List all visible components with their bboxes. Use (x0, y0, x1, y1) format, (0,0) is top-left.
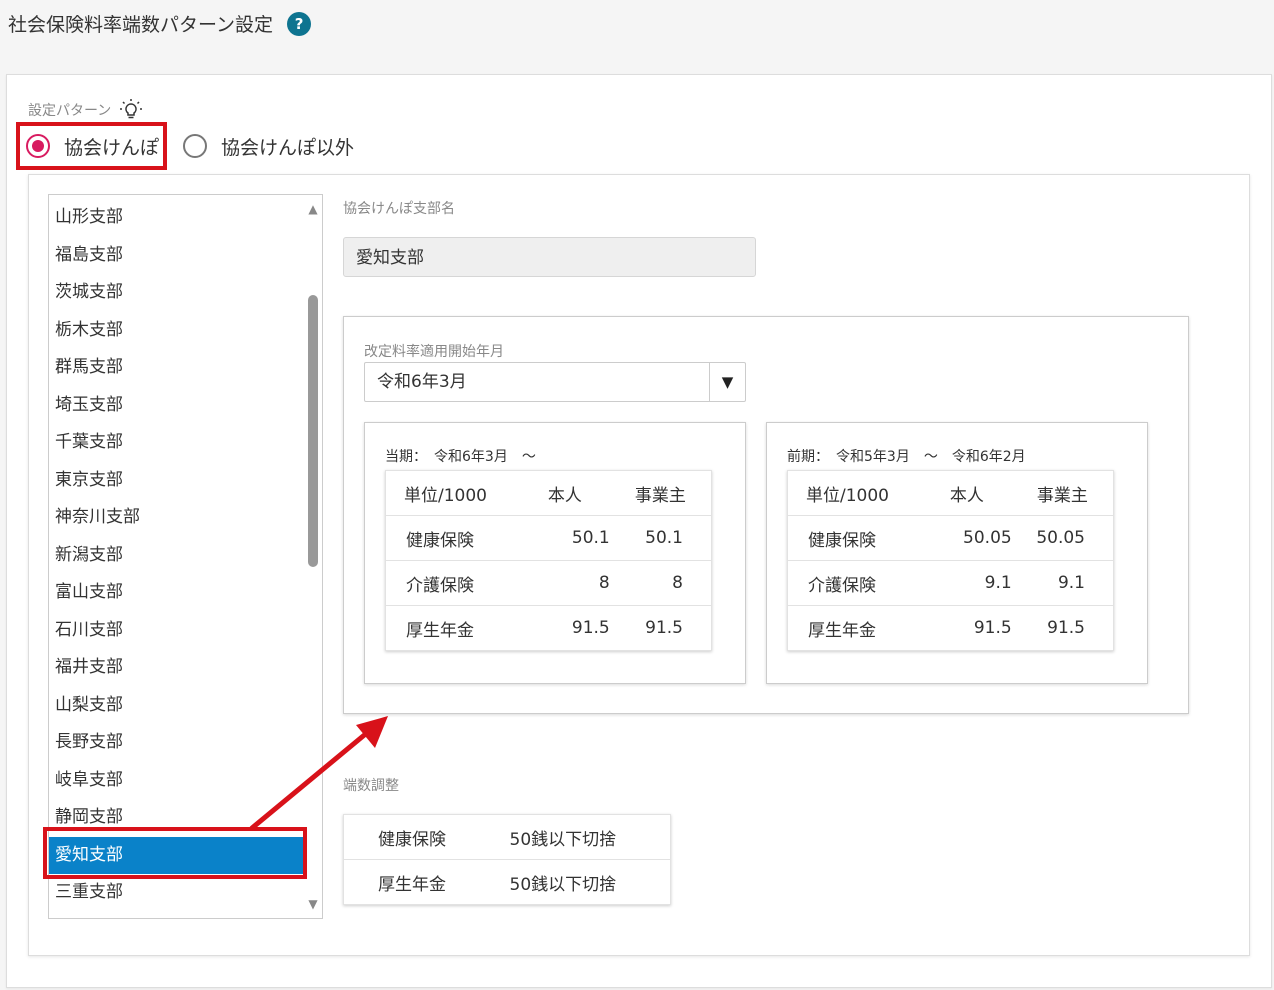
table-cell: 8 (520, 560, 610, 606)
revision-label: 改定料率適用開始年月 (364, 344, 504, 360)
table-row: 健康保険 50.05 50.05 (787, 515, 1114, 561)
list-item[interactable]: 新潟支部 (49, 537, 307, 574)
revision-select[interactable]: 令和6年3月 ▼ (364, 362, 746, 402)
table-cell: 91.5 (645, 618, 683, 638)
pattern-radio-group: 協会けんぽ 協会けんぽ以外 (16, 122, 362, 170)
list-item[interactable]: 栃木支部 (49, 312, 307, 349)
table-row: 介護保険 9.1 9.1 (787, 560, 1114, 606)
table-cell: 50銭以下切捨 (493, 814, 671, 860)
rounding-label: 端数調整 (343, 778, 399, 794)
previous-period-label: 前期： 令和5年3月 ～ 令和6年2月 (787, 449, 1026, 465)
table-cell: 介護保険 (787, 560, 923, 606)
rounding-table: 健康保険 50銭以下切捨 厚生年金 50銭以下切捨 (343, 814, 671, 905)
table-row: 健康保険 50.1 50.1 (385, 515, 712, 561)
list-item[interactable]: 山形支部 (49, 199, 307, 236)
table-header-row: 単位/1000 本人 事業主 (385, 470, 712, 516)
radio-label: 協会けんぽ (64, 136, 160, 159)
table-cell: 50.1 (520, 515, 610, 561)
table-header-row: 単位/1000 本人 事業主 (787, 470, 1114, 516)
list-item[interactable]: 福井支部 (49, 649, 307, 686)
table-cell: 8 (609, 560, 712, 606)
list-item[interactable]: 三重支部 (49, 874, 307, 911)
table-cell: 健康保険 (787, 515, 923, 561)
table-row: 厚生年金 50銭以下切捨 (344, 860, 671, 905)
table-cell: 9.1 (1011, 560, 1114, 606)
list-item[interactable]: 石川支部 (49, 612, 307, 649)
previous-period-card: 前期： 令和5年3月 ～ 令和6年2月 単位/1000 本人 事業主 健康保険 … (766, 422, 1148, 684)
table-cell: 50.1 (609, 515, 712, 561)
previous-rate-table: 単位/1000 本人 事業主 健康保険 50.05 50.05 介護保険 9.1… (787, 470, 1114, 651)
list-item[interactable]: 東京支部 (49, 462, 307, 499)
current-rate-table: 単位/1000 本人 事業主 健康保険 50.1 50.1 介護保険 8 8 厚… (385, 470, 712, 651)
list-item[interactable]: 埼玉支部 (49, 387, 307, 424)
radio-other[interactable]: 協会けんぽ以外 (175, 122, 362, 170)
table-row: 厚生年金 91.5 91.5 (788, 606, 1114, 651)
table-row: 健康保険 50銭以下切捨 (343, 814, 671, 860)
radio-unchecked-icon[interactable] (183, 134, 208, 158)
table-cell: 厚生年金 (378, 874, 446, 895)
current-period-label: 当期： 令和6年3月 ～ (385, 449, 536, 465)
table-cell: 91.5 (973, 618, 1012, 638)
list-item[interactable]: 千葉支部 (49, 424, 307, 461)
table-cell: 介護保険 (385, 560, 521, 606)
table-header: 単位/1000 (385, 470, 521, 516)
table-header: 事業主 (609, 470, 712, 516)
radio-kyokai-kenpo[interactable]: 協会けんぽ (16, 122, 168, 170)
table-cell: 健康保険 (385, 515, 521, 561)
branch-name-field: 愛知支部 (343, 237, 756, 277)
table-header: 事業主 (1011, 470, 1114, 516)
pattern-label-text: 設定パターン (28, 103, 112, 119)
table-header: 単位/1000 (787, 470, 923, 516)
table-cell: 91.5 (571, 618, 610, 638)
table-cell: 厚生年金 (808, 620, 876, 641)
page-title-text: 社会保険料率端数パターン設定 (8, 14, 274, 36)
table-row: 介護保険 8 8 (385, 560, 712, 606)
table-cell: 厚生年金 (406, 620, 474, 641)
dropdown-triangle-icon[interactable]: ▼ (709, 363, 745, 401)
current-period-card: 当期： 令和6年3月 ～ 単位/1000 本人 事業主 健康保険 50.1 50… (364, 422, 746, 684)
list-item[interactable]: 茨城支部 (49, 274, 307, 311)
revision-select-value: 令和6年3月 (377, 372, 467, 392)
page-title: 社会保険料率端数パターン設定 ? (8, 10, 312, 37)
list-item[interactable]: 神奈川支部 (49, 499, 307, 536)
table-cell: 50銭以下切捨 (509, 874, 617, 895)
table-cell: 健康保険 (343, 814, 494, 860)
list-item[interactable]: 群馬支部 (49, 349, 307, 386)
scrollbar-thumb[interactable] (308, 295, 318, 567)
table-header: 本人 (922, 470, 1012, 516)
branch-name-label: 協会けんぽ支部名 (343, 201, 455, 217)
table-header: 本人 (520, 470, 610, 516)
list-item[interactable]: 福島支部 (49, 237, 307, 274)
table-cell: 91.5 (1047, 618, 1085, 638)
lightbulb-icon[interactable] (119, 98, 143, 122)
table-cell: 50.05 (1011, 515, 1114, 561)
scroll-up-arrow-icon[interactable]: ▲ (306, 203, 320, 215)
table-cell: 9.1 (922, 560, 1012, 606)
table-cell: 50.05 (922, 515, 1012, 561)
question-circle-icon[interactable]: ? (287, 11, 312, 36)
list-item[interactable]: 富山支部 (49, 574, 307, 611)
pattern-label: 設定パターン (28, 98, 143, 122)
radio-checked-icon[interactable] (26, 134, 50, 158)
scroll-down-arrow-icon[interactable]: ▼ (306, 898, 320, 910)
table-row: 厚生年金 91.5 91.5 (386, 606, 712, 651)
radio-label: 協会けんぽ以外 (221, 136, 355, 159)
